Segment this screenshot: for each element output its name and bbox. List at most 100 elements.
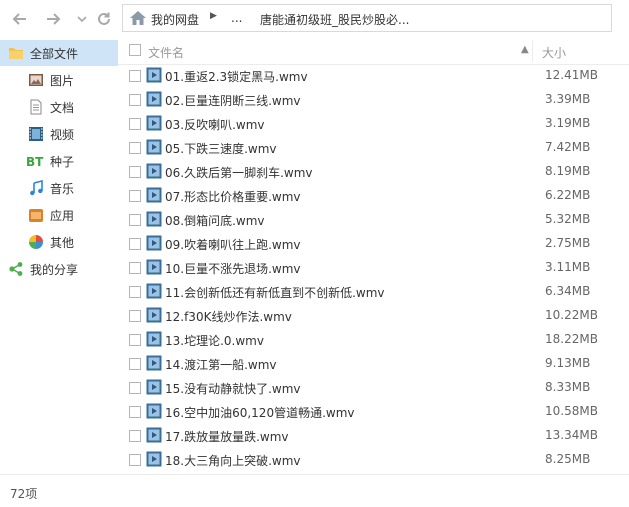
file-row[interactable]: 11.会创新低还有新低直到不创新低.wmv 6.34MB xyxy=(118,280,629,304)
column-header-size[interactable]: 大小 xyxy=(542,44,566,61)
video-file-icon xyxy=(146,403,162,419)
file-row[interactable]: 16.空中加油60,120管道畅通.wmv 10.58MB xyxy=(118,400,629,424)
row-checkbox[interactable] xyxy=(129,382,141,394)
row-checkbox[interactable] xyxy=(129,214,141,226)
file-name[interactable]: 01.重返2.3锁定黑马.wmv xyxy=(165,68,308,85)
file-name[interactable]: 08.倒箱问底.wmv xyxy=(165,212,265,229)
file-list-header: 文件名 ▲ 大小 xyxy=(118,38,629,65)
row-checkbox[interactable] xyxy=(129,70,141,82)
video-file-icon xyxy=(146,115,162,131)
video-file-icon xyxy=(146,211,162,227)
sidebar-item-all-files[interactable]: 全部文件 xyxy=(0,40,118,66)
row-checkbox[interactable] xyxy=(129,406,141,418)
file-row[interactable]: 01.重返2.3锁定黑马.wmv 12.41MB xyxy=(118,64,629,88)
sidebar-item-label: 图片 xyxy=(50,73,75,88)
file-name[interactable]: 17.跌放量放量跌.wmv xyxy=(165,428,289,445)
row-checkbox[interactable] xyxy=(129,166,141,178)
row-checkbox[interactable] xyxy=(129,310,141,322)
file-row[interactable]: 10.巨量不涨先退场.wmv 3.11MB xyxy=(118,256,629,280)
refresh-button[interactable] xyxy=(93,8,115,30)
file-name[interactable]: 06.久跌后第一脚刹车.wmv xyxy=(165,164,313,181)
sidebar-item-images[interactable]: 图片 xyxy=(0,67,118,93)
home-icon[interactable] xyxy=(129,10,147,26)
video-file-icon xyxy=(146,139,162,155)
file-row[interactable]: 05.下跌三速度.wmv 7.42MB xyxy=(118,136,629,160)
video-file-icon xyxy=(146,283,162,299)
row-checkbox[interactable] xyxy=(129,262,141,274)
row-checkbox[interactable] xyxy=(129,286,141,298)
file-row[interactable]: 18.大三角向上突破.wmv 8.25MB xyxy=(118,448,629,472)
row-checkbox[interactable] xyxy=(129,430,141,442)
row-checkbox[interactable] xyxy=(129,358,141,370)
file-size: 8.25MB xyxy=(545,452,591,466)
file-name[interactable]: 10.巨量不涨先退场.wmv xyxy=(165,260,301,277)
sort-ascending-icon[interactable]: ▲ xyxy=(521,44,529,55)
row-checkbox[interactable] xyxy=(129,238,141,250)
file-name[interactable]: 02.巨量连阴断三线.wmv xyxy=(165,92,301,109)
row-checkbox[interactable] xyxy=(129,94,141,106)
sidebar-item-label: 我的分享 xyxy=(30,262,79,277)
file-row[interactable]: 03.反吹喇叭.wmv 3.19MB xyxy=(118,112,629,136)
file-row[interactable]: 06.久跌后第一脚刹车.wmv 8.19MB xyxy=(118,160,629,184)
bt-icon: BT xyxy=(26,155,44,169)
file-size: 2.75MB xyxy=(545,236,591,250)
file-row[interactable]: 08.倒箱问底.wmv 5.32MB xyxy=(118,208,629,232)
row-checkbox[interactable] xyxy=(129,454,141,466)
file-size: 10.58MB xyxy=(545,404,598,418)
breadcrumb-root[interactable]: 我的网盘 xyxy=(151,11,199,28)
file-name[interactable]: 18.大三角向上突破.wmv xyxy=(165,452,301,469)
sidebar-item-apps[interactable]: 应用 xyxy=(0,202,118,228)
breadcrumb-ellipsis[interactable]: ... xyxy=(231,11,242,25)
sidebar-item-my-share[interactable]: 我的分享 xyxy=(0,256,118,282)
file-name[interactable]: 13.坨理论.0.wmv xyxy=(165,332,264,349)
file-row[interactable]: 09.吹着喇叭往上跑.wmv 2.75MB xyxy=(118,232,629,256)
breadcrumb-current[interactable]: 唐能通初级班_股民炒股必... xyxy=(260,11,409,28)
file-row[interactable]: 13.坨理论.0.wmv 18.22MB xyxy=(118,328,629,352)
file-row[interactable]: 12.f30K线炒作法.wmv 10.22MB xyxy=(118,304,629,328)
video-file-icon xyxy=(146,427,162,443)
file-row[interactable]: 14.渡江第一船.wmv 9.13MB xyxy=(118,352,629,376)
file-name[interactable]: 09.吹着喇叭往上跑.wmv xyxy=(165,236,301,253)
back-button[interactable] xyxy=(9,8,31,30)
video-file-icon xyxy=(146,91,162,107)
file-name[interactable]: 05.下跌三速度.wmv xyxy=(165,140,277,157)
file-name[interactable]: 07.形态比价格重要.wmv xyxy=(165,188,301,205)
sidebar-item-videos[interactable]: 视频 xyxy=(0,121,118,147)
file-name[interactable]: 14.渡江第一船.wmv xyxy=(165,356,277,373)
sidebar-item-other[interactable]: 其他 xyxy=(0,229,118,255)
file-name[interactable]: 15.没有动静就快了.wmv xyxy=(165,380,301,397)
svg-text:BT: BT xyxy=(26,155,44,169)
dropdown-button[interactable] xyxy=(71,8,93,30)
file-name[interactable]: 16.空中加油60,120管道畅通.wmv xyxy=(165,404,355,421)
row-checkbox[interactable] xyxy=(129,118,141,130)
sidebar-item-label: 全部文件 xyxy=(30,46,79,61)
column-divider[interactable] xyxy=(532,40,533,62)
file-row[interactable]: 15.没有动静就快了.wmv 8.33MB xyxy=(118,376,629,400)
sidebar-item-torrents[interactable]: BT 种子 xyxy=(0,148,118,174)
row-checkbox[interactable] xyxy=(129,142,141,154)
file-row[interactable]: 07.形态比价格重要.wmv 6.22MB xyxy=(118,184,629,208)
forward-button[interactable] xyxy=(42,8,64,30)
file-name[interactable]: 12.f30K线炒作法.wmv xyxy=(165,308,292,325)
row-checkbox[interactable] xyxy=(129,334,141,346)
other-icon xyxy=(29,235,43,249)
file-name[interactable]: 03.反吹喇叭.wmv xyxy=(165,116,265,133)
arrow-left-icon xyxy=(12,13,26,25)
file-row[interactable]: 02.巨量连阴断三线.wmv 3.39MB xyxy=(118,88,629,112)
sidebar-item-music[interactable]: 音乐 xyxy=(0,175,118,201)
row-checkbox[interactable] xyxy=(129,190,141,202)
arrow-right-icon xyxy=(47,13,61,25)
file-row[interactable]: 17.跌放量放量跌.wmv 13.34MB xyxy=(118,424,629,448)
chevron-down-icon xyxy=(77,16,87,23)
video-file-icon xyxy=(146,187,162,203)
video-file-icon xyxy=(146,163,162,179)
sidebar-item-documents[interactable]: 文档 xyxy=(0,94,118,120)
sidebar-item-label: 种子 xyxy=(50,154,75,169)
file-size: 3.11MB xyxy=(545,260,591,274)
video-icon xyxy=(29,127,43,141)
file-size: 12.41MB xyxy=(545,68,598,82)
select-all-checkbox[interactable] xyxy=(129,44,141,56)
address-bar[interactable]: 我的网盘 ▶ ... 唐能通初级班_股民炒股必... xyxy=(122,4,612,32)
file-name[interactable]: 11.会创新低还有新低直到不创新低.wmv xyxy=(165,284,385,301)
column-header-name[interactable]: 文件名 xyxy=(148,44,184,61)
